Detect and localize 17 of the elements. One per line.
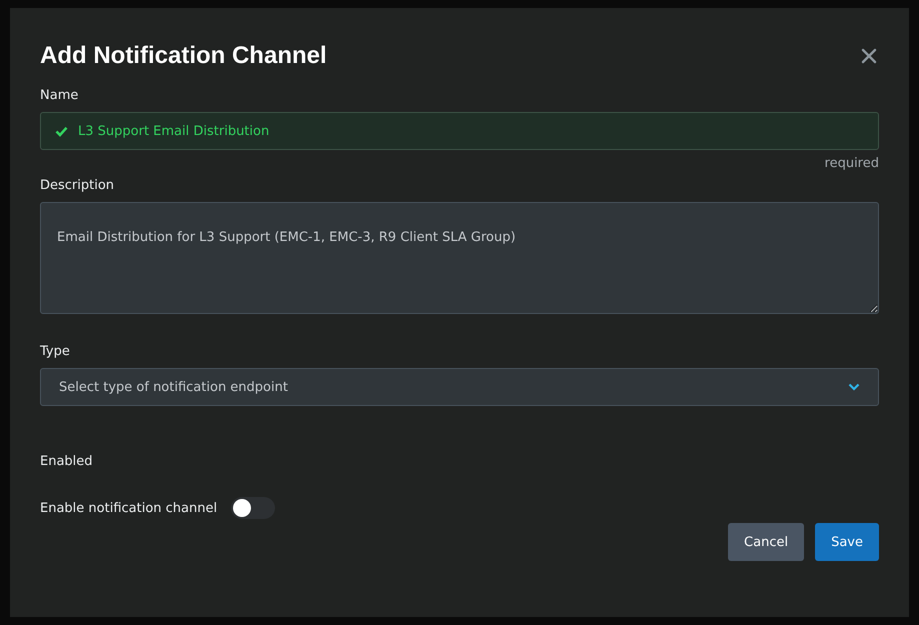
field-label: Description (40, 178, 116, 193)
enable-toggle[interactable] (231, 497, 276, 519)
section-heading: Enabled (40, 454, 94, 469)
cancel-button[interactable]: Cancel (728, 523, 804, 561)
close-icon (861, 48, 877, 64)
type-select[interactable]: Select type of notification endpoint (40, 368, 879, 406)
required-hint: required (824, 156, 879, 171)
description-field[interactable]: Email Distribution for L3 Support (EMC-1, EMC-3, R9 Client SLA Group) (40, 202, 879, 314)
save-button[interactable]: Save (815, 523, 879, 561)
close-button[interactable] (859, 46, 879, 66)
toggle-label: Enable notification channel (40, 500, 218, 516)
field-label: Name (40, 88, 80, 103)
checkmark-icon (55, 126, 68, 136)
field-label: Type (40, 344, 71, 359)
chevron-down-icon (848, 383, 860, 391)
dialog-title: Add Notification Channel (40, 42, 327, 70)
name-input-field[interactable]: L3 Support Email Distribution (40, 112, 879, 150)
